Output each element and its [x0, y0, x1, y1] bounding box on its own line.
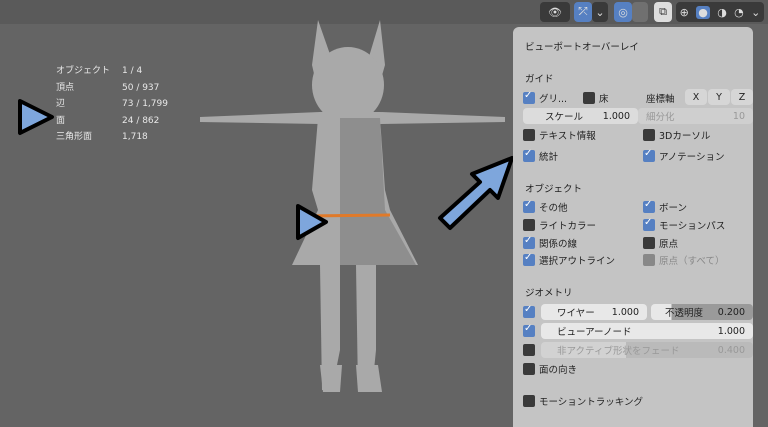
stat-label: 三角形面 — [56, 132, 93, 142]
wireframe-shading-icon[interactable]: ⊕ — [680, 6, 689, 19]
annotations-label: アノテーション — [659, 152, 725, 163]
face-orientation-label: 面の向き — [539, 365, 578, 376]
pointer-arrow-icon — [438, 156, 514, 230]
motion-paths-checkbox[interactable] — [643, 217, 655, 231]
rendered-shading-icon[interactable]: ◔ — [734, 6, 744, 19]
visibility-dropdown[interactable]: 👁 — [540, 2, 570, 22]
fade-inactive-label: 非アクティブ形状をフェード — [557, 346, 680, 357]
axis-z-toggle[interactable]: Z — [731, 89, 753, 105]
extras-label: その他 — [539, 203, 568, 214]
opacity-label: 不透明度 — [665, 308, 704, 319]
3d-cursor-checkbox[interactable] — [643, 129, 655, 141]
gizmo-dropdown[interactable]: ⌄ — [592, 2, 608, 22]
relationship-lines-checkbox[interactable] — [523, 235, 535, 249]
overlays-dropdown[interactable] — [632, 2, 648, 22]
origins-all-label: 原点（すべて） — [659, 256, 725, 267]
stat-value: 73 / 1,799 — [122, 99, 168, 109]
extras-checkbox[interactable] — [523, 199, 535, 213]
bones-label: ボーン — [659, 203, 688, 214]
outline-selected-label: 選択アウトライン — [539, 256, 616, 267]
material-shading-icon[interactable]: ◑ — [717, 6, 727, 19]
light-colors-checkbox[interactable] — [523, 219, 535, 231]
stat-label: 頂点 — [56, 82, 75, 93]
statistics-label: 統計 — [539, 152, 559, 163]
outline-selected-checkbox[interactable] — [523, 252, 535, 266]
subdivisions-label: 細分化 — [646, 112, 675, 123]
wireframe-checkbox[interactable] — [523, 304, 535, 318]
viewer-node-value: 1.000 — [717, 325, 745, 337]
chevron-down-icon: ⌄ — [595, 5, 605, 19]
origins-checkbox[interactable] — [643, 237, 655, 249]
stat-value: 24 / 862 — [122, 115, 160, 126]
text-info-checkbox[interactable] — [523, 129, 535, 141]
motion-tracking-checkbox[interactable] — [523, 395, 535, 407]
statistics-checkbox[interactable] — [523, 148, 535, 162]
face-orientation-checkbox[interactable] — [523, 363, 535, 375]
gizmo-icon: ⤱ — [578, 5, 588, 18]
wireframe-value: 1.000 — [611, 306, 639, 318]
fade-inactive-checkbox[interactable] — [523, 344, 535, 356]
stat-value: 1,718 — [122, 132, 148, 142]
stat-value: 1 / 4 — [122, 66, 143, 76]
axes-label: 座標軸 — [646, 94, 675, 105]
viewer-node-checkbox[interactable] — [523, 323, 535, 337]
motion-paths-label: モーションパス — [659, 221, 726, 232]
relationship-lines-label: 関係の線 — [539, 239, 578, 250]
section-geometry: ジオメトリ — [525, 288, 573, 299]
floor-label: 床 — [599, 94, 609, 105]
stat-label: オブジェクト — [56, 66, 111, 76]
eye-icon: 👁 — [548, 5, 562, 19]
subdivisions-value: 10 — [732, 110, 745, 122]
grid-label: グリ... — [539, 94, 568, 105]
origins-all-checkbox[interactable] — [643, 254, 655, 266]
overlays-toggle[interactable]: ◎ — [614, 2, 632, 22]
viewer-node-label: ビューアーノード — [557, 327, 632, 338]
text-info-label: テキスト情報 — [539, 131, 596, 142]
wireframe-opacity-slider[interactable]: 不透明度 0.200 — [651, 304, 753, 320]
stat-value: 50 / 937 — [122, 82, 160, 93]
axis-x-toggle[interactable]: X — [685, 89, 707, 105]
panel-title: ビューポートオーバーレイ — [525, 42, 639, 53]
chevron-down-icon[interactable]: ⌄ — [751, 6, 760, 19]
section-guides: ガイド — [525, 74, 554, 85]
fade-inactive-slider[interactable]: 非アクティブ形状をフェード 0.400 — [541, 342, 753, 358]
scale-value: 1.000 — [602, 110, 630, 122]
shading-modes: ⊕ ● ◑ ◔ ⌄ — [676, 2, 764, 22]
grid-scale-field[interactable]: スケール 1.000 — [523, 108, 638, 124]
motion-tracking-label: モーショントラッキング — [539, 397, 644, 408]
annotations-checkbox[interactable] — [643, 148, 655, 162]
wireframe-label: ワイヤー — [557, 308, 595, 319]
subdivisions-field[interactable]: 細分化 10 — [638, 108, 753, 124]
light-colors-label: ライトカラー — [539, 221, 597, 232]
opacity-value: 0.200 — [717, 306, 745, 318]
statistics-overlay: オブジェクト 1 / 4 頂点 50 / 937 辺 73 / 1,799 面 24 /… — [56, 63, 168, 146]
axis-y-toggle[interactable]: Y — [708, 89, 730, 105]
floor-checkbox[interactable] — [583, 92, 595, 104]
solid-shading-icon[interactable]: ● — [696, 5, 710, 19]
scale-label: スケール — [545, 112, 584, 123]
bones-checkbox[interactable] — [643, 199, 655, 213]
gizmo-toggle[interactable]: ⤱ — [574, 2, 592, 22]
wireframe-field[interactable]: ワイヤー 1.000 — [541, 304, 647, 320]
origins-label: 原点 — [659, 239, 679, 250]
xray-icon: ⧉ — [659, 5, 667, 18]
stat-label: 面 — [56, 115, 66, 126]
viewer-node-field[interactable]: ビューアーノード 1.000 — [541, 323, 753, 339]
pointer-arrow-icon — [18, 99, 54, 135]
grid-checkbox[interactable] — [523, 90, 535, 104]
xray-toggle[interactable]: ⧉ — [654, 2, 672, 22]
overlays-icon: ◎ — [618, 5, 628, 19]
fade-inactive-value: 0.400 — [717, 344, 745, 356]
stat-label: 辺 — [56, 99, 66, 109]
pointer-arrow-icon — [296, 204, 328, 240]
3d-cursor-label: 3Dカーソル — [659, 131, 711, 142]
viewport-overlays-panel: ビューポートオーバーレイ ガイド グリ... 床 座標軸 X Y Z スケール 1… — [513, 27, 753, 427]
section-objects: オブジェクト — [525, 184, 583, 195]
